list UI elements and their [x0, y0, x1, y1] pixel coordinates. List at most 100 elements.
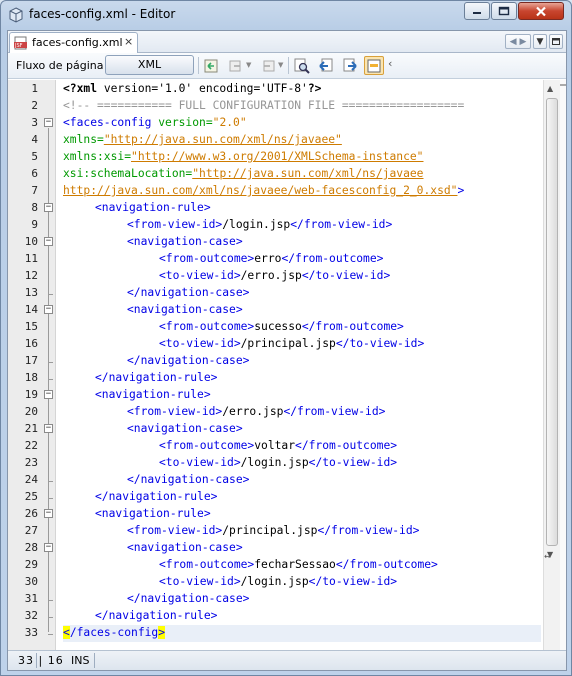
code-line-comment: <!-- =========== FULL CONFIGURATION FILE…: [63, 99, 465, 112]
title-bar[interactable]: faces-config.xml - Editor: [1, 1, 571, 29]
code-line: <from-outcome>fecharSessao</from-outcome…: [159, 558, 438, 571]
code-line: <from-view-id>/principal.jsp</from-view-…: [127, 524, 420, 537]
line-number: 5: [31, 150, 38, 163]
code-line: <to-view-id>/login.jsp</to-view-id>: [159, 456, 398, 469]
line-number: 21: [24, 422, 38, 435]
find-button[interactable]: [292, 56, 312, 75]
code-line: <navigation-case>: [127, 422, 243, 435]
line-number: 18: [24, 371, 38, 384]
chevron-left-icon[interactable]: ◀: [510, 37, 517, 47]
xml-view-button[interactable]: XML: [105, 55, 194, 75]
insert-mode[interactable]: INS: [71, 654, 89, 667]
line-number: 14: [24, 303, 38, 316]
code-line: </navigation-rule>: [95, 490, 218, 503]
code-line: xmlns:xsi="http://www.w3.org/2001/XMLSch…: [63, 150, 424, 163]
line-number: 27: [24, 524, 38, 537]
fold-end-marker: [48, 617, 53, 618]
chevron-right-icon[interactable]: ▶: [520, 37, 527, 47]
back-dropdown-icon[interactable]: ▼: [246, 61, 251, 69]
toggle-highlight-button[interactable]: [364, 56, 384, 75]
svg-text:JSF: JSF: [14, 43, 23, 49]
line-number: 7: [31, 184, 38, 197]
page-flow-tab[interactable]: Fluxo de página: [16, 59, 103, 72]
tab-list-dropdown[interactable]: ▼: [533, 34, 547, 49]
toolbar-divider: [288, 57, 289, 74]
fold-toggle-icon[interactable]: −: [44, 237, 53, 246]
find-previous-icon: [319, 58, 333, 71]
minimize-button[interactable]: [464, 2, 490, 20]
line-number: 24: [24, 473, 38, 486]
code-line: <?xml version='1.0' encoding='UTF-8'?>: [63, 82, 322, 95]
close-button[interactable]: [518, 2, 564, 20]
status-divider: [94, 653, 95, 668]
fold-toggle-icon[interactable]: −: [44, 509, 53, 518]
line-number: 15: [24, 320, 38, 333]
code-line: <to-view-id>/principal.jsp</to-view-id>: [159, 337, 425, 350]
maximize-tab-button[interactable]: [549, 34, 563, 49]
line-number: 23: [24, 456, 38, 469]
line-number: 22: [24, 439, 38, 452]
fold-end-marker: [48, 294, 53, 295]
vertical-scrollbar[interactable]: ▲ ▼: [543, 80, 560, 650]
code-line: <from-view-id>/erro.jsp</from-view-id>: [127, 405, 386, 418]
matching-bracket-highlight: <: [63, 626, 70, 639]
line-number: 6: [31, 167, 38, 180]
toolbar-overflow-icon[interactable]: ‹: [388, 57, 392, 70]
find-next-icon: [343, 58, 357, 71]
tab-scroll-buttons[interactable]: ◀ ▶: [505, 34, 531, 49]
toolbar-divider: [198, 57, 199, 74]
code-area[interactable]: <?xml version='1.0' encoding='UTF-8'?> <…: [63, 80, 541, 650]
fold-toggle-icon[interactable]: −: [44, 305, 53, 314]
code-line: <navigation-rule>: [95, 507, 211, 520]
line-number: 32: [24, 609, 38, 622]
line-number: 33: [24, 626, 38, 639]
line-number: 29: [24, 558, 38, 571]
tab-faces-config[interactable]: JSF faces-config.xml ×: [9, 32, 138, 53]
line-number: 4: [31, 133, 38, 146]
line-number: 17: [24, 354, 38, 367]
find-previous-button[interactable]: [316, 56, 336, 75]
editor-toolbar: Fluxo de página XML ▼ ▼ ‹: [8, 53, 566, 79]
forward-dropdown-icon[interactable]: ▼: [278, 61, 283, 69]
code-editor[interactable]: 1 2 3 4 5 6 7 8 9 10 11 12 13 14 15 16 1…: [8, 80, 566, 650]
fold-toggle-icon[interactable]: −: [44, 543, 53, 552]
tab-label: faces-config.xml: [32, 36, 123, 49]
forward-icon: [263, 60, 275, 71]
line-number-gutter: 1 2 3 4 5 6 7 8 9 10 11 12 13 14 15 16 1…: [8, 80, 56, 650]
back-button[interactable]: [226, 56, 246, 75]
maximize-button[interactable]: [491, 2, 517, 20]
code-line: <from-outcome>sucesso</from-outcome>: [159, 320, 404, 333]
line-number: 13: [24, 286, 38, 299]
last-edit-icon: [204, 59, 218, 72]
split-handle-icon[interactable]: ↔: [544, 552, 551, 561]
scrollbar-thumb[interactable]: [546, 98, 558, 546]
matching-bracket-highlight: >: [158, 626, 166, 639]
line-number: 3: [31, 116, 38, 129]
fold-end-marker: [48, 600, 53, 601]
line-number: 9: [31, 218, 38, 231]
fold-toggle-icon[interactable]: −: [44, 118, 53, 127]
fold-toggle-icon[interactable]: −: [44, 424, 53, 433]
last-edit-button[interactable]: [201, 56, 221, 75]
app-icon: [9, 7, 23, 23]
scroll-up-icon[interactable]: ▲: [547, 84, 553, 93]
find-next-button[interactable]: [340, 56, 360, 75]
fold-toggle-icon[interactable]: −: [44, 203, 53, 212]
forward-button[interactable]: [258, 56, 278, 75]
editor-window: faces-config.xml - Editor JSF faces-conf…: [0, 0, 572, 676]
code-line-current: </faces-config>: [63, 626, 166, 639]
error-stripe: [560, 80, 566, 650]
code-line: <navigation-case>: [127, 541, 243, 554]
tab-close-icon[interactable]: ×: [124, 35, 133, 48]
fold-end-marker: [48, 498, 53, 499]
code-line: <to-view-id>/erro.jsp</to-view-id>: [159, 269, 391, 282]
code-line: </navigation-rule>: [95, 371, 218, 384]
code-line: </navigation-rule>: [95, 609, 218, 622]
code-line: <navigation-rule>: [95, 388, 211, 401]
minimize-icon: [473, 12, 481, 14]
fold-end-marker: [48, 362, 53, 363]
search-icon: [294, 58, 310, 74]
line-number: 30: [24, 575, 38, 588]
fold-toggle-icon[interactable]: −: [44, 390, 53, 399]
window-title: faces-config.xml - Editor: [29, 7, 176, 21]
